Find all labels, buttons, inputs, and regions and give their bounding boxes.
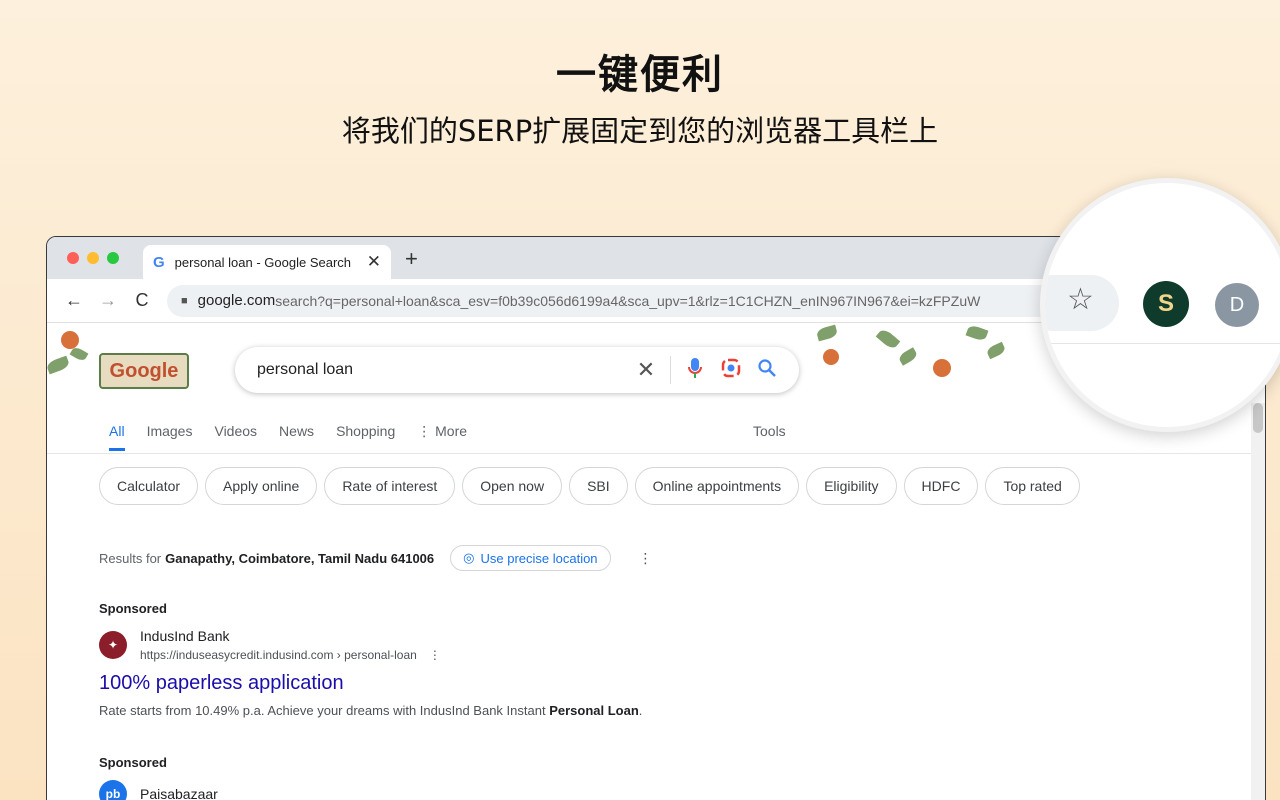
voice-search-icon[interactable] [677, 357, 713, 383]
search-icon[interactable] [749, 358, 785, 382]
chip-rate-of-interest[interactable]: Rate of interest [324, 467, 456, 505]
chip-calculator[interactable]: Calculator [99, 467, 199, 505]
reload-button[interactable]: C [125, 290, 159, 311]
chip-top-rated[interactable]: Top rated [985, 467, 1080, 505]
tab-videos[interactable]: Videos [214, 423, 257, 451]
chip-sbi[interactable]: SBI [569, 467, 628, 505]
result-menu-icon[interactable]: ⋮ [429, 648, 441, 662]
tab-title: personal loan - Google Search [174, 254, 352, 270]
leaf-decoration-icon [69, 345, 89, 363]
sponsored-label: Sponsored [99, 601, 167, 616]
search-result: Sponsored ✦ IndusInd Bank https://induse… [99, 601, 642, 718]
search-input[interactable]: personal loan [257, 361, 628, 379]
refinement-chips: Calculator Apply online Rate of interest… [99, 467, 1087, 505]
result-source[interactable]: ✦ IndusInd Bank https://induseasycredit.… [99, 628, 642, 662]
tab-shopping[interactable]: Shopping [336, 423, 395, 451]
precise-location-label: Use precise location [480, 550, 598, 566]
minimize-window-button[interactable] [87, 252, 99, 264]
leaf-decoration-icon [965, 323, 989, 343]
leaf-decoration-icon [47, 355, 71, 375]
back-button[interactable]: ← [57, 290, 91, 311]
url-path: search?q=personal+loan&sca_esv=f0b39c056… [275, 292, 981, 309]
google-favicon-icon: G [153, 253, 165, 271]
chip-online-appointments[interactable]: Online appointments [634, 467, 800, 505]
chip-apply-online[interactable]: Apply online [205, 467, 318, 505]
close-window-button[interactable] [67, 252, 79, 264]
new-tab-button[interactable]: + [405, 246, 418, 272]
result-url: https://induseasycredit.indusind.com › p… [140, 648, 417, 662]
location-prefix: Results for [99, 550, 162, 566]
flower-decoration-icon [933, 359, 951, 377]
url-host: google.com [197, 292, 276, 309]
tab-more[interactable]: ⋮ More [417, 423, 467, 451]
search-result: Sponsored pb Paisabazaar [99, 755, 218, 800]
tab-news[interactable]: News [279, 423, 314, 451]
tab-all[interactable]: All [109, 423, 125, 451]
location-line: Results for Ganapathy, Coimbatore, Tamil… [99, 545, 653, 571]
bookmark-star-icon[interactable]: ☆ [1067, 282, 1094, 317]
flower-decoration-icon [823, 349, 839, 365]
serp-extension-icon[interactable]: S [1143, 281, 1189, 327]
lens-search-icon[interactable] [713, 358, 749, 383]
leaf-decoration-icon [815, 324, 839, 342]
tabs-divider [47, 453, 1265, 454]
result-description: Rate starts from 10.49% p.a. Achieve you… [99, 703, 643, 718]
result-source[interactable]: pb Paisabazaar [99, 780, 218, 800]
forward-button[interactable]: → [91, 290, 125, 311]
more-options-icon[interactable]: ⋮ [639, 550, 653, 567]
search-box[interactable]: personal loan ✕ [235, 347, 799, 393]
result-site-name: Paisabazaar [140, 786, 218, 800]
clear-icon[interactable]: ✕ [628, 357, 664, 383]
chip-eligibility[interactable]: Eligibility [806, 467, 897, 505]
result-title-link[interactable]: 100% paperless application [99, 672, 642, 695]
tab-google-search[interactable]: G personal loan - Google Search ✕ [143, 245, 391, 279]
paisabazaar-favicon-icon: pb [99, 780, 127, 800]
leaf-decoration-icon [875, 327, 901, 351]
zoomed-toolbar: ☆ S D [1045, 275, 1280, 333]
chip-hdfc[interactable]: HDFC [903, 467, 979, 505]
scrollbar[interactable] [1251, 403, 1265, 800]
sponsored-label: Sponsored [99, 755, 167, 770]
result-site-name: IndusInd Bank [140, 628, 230, 644]
scrollbar-thumb[interactable] [1253, 403, 1263, 433]
hero-subtitle: 将我们的SERP扩展固定到您的浏览器工具栏上 [341, 114, 939, 148]
search-tabs: All Images Videos News Shopping ⋮ More [109, 423, 489, 451]
indusind-favicon-icon: ✦ [99, 631, 127, 659]
location-value: Ganapathy, Coimbatore, Tamil Nadu 641006 [165, 550, 435, 566]
leaf-decoration-icon [985, 341, 1007, 360]
result-url-line: https://induseasycredit.indusind.com › p… [140, 648, 441, 662]
lock-icon: ■ [181, 294, 188, 307]
chip-open-now[interactable]: Open now [462, 467, 563, 505]
tab-close-icon[interactable]: ✕ [367, 252, 381, 272]
flower-decoration-icon [61, 331, 79, 349]
zoomed-toolbar-divider [1045, 343, 1280, 344]
maximize-window-button[interactable] [107, 252, 119, 264]
hero-title: 一键便利 [556, 52, 724, 98]
use-precise-location-button[interactable]: ◎ Use precise location [450, 545, 611, 571]
profile-avatar[interactable]: D [1215, 283, 1259, 327]
target-icon: ◎ [463, 550, 475, 565]
leaf-decoration-icon [897, 347, 919, 366]
google-doodle-logo[interactable]: Google [99, 353, 189, 389]
toolbar-zoom-callout: ☆ S D [1040, 178, 1280, 432]
tools-button[interactable]: Tools [753, 423, 786, 439]
search-box-divider [670, 356, 671, 384]
tab-images[interactable]: Images [147, 423, 193, 451]
